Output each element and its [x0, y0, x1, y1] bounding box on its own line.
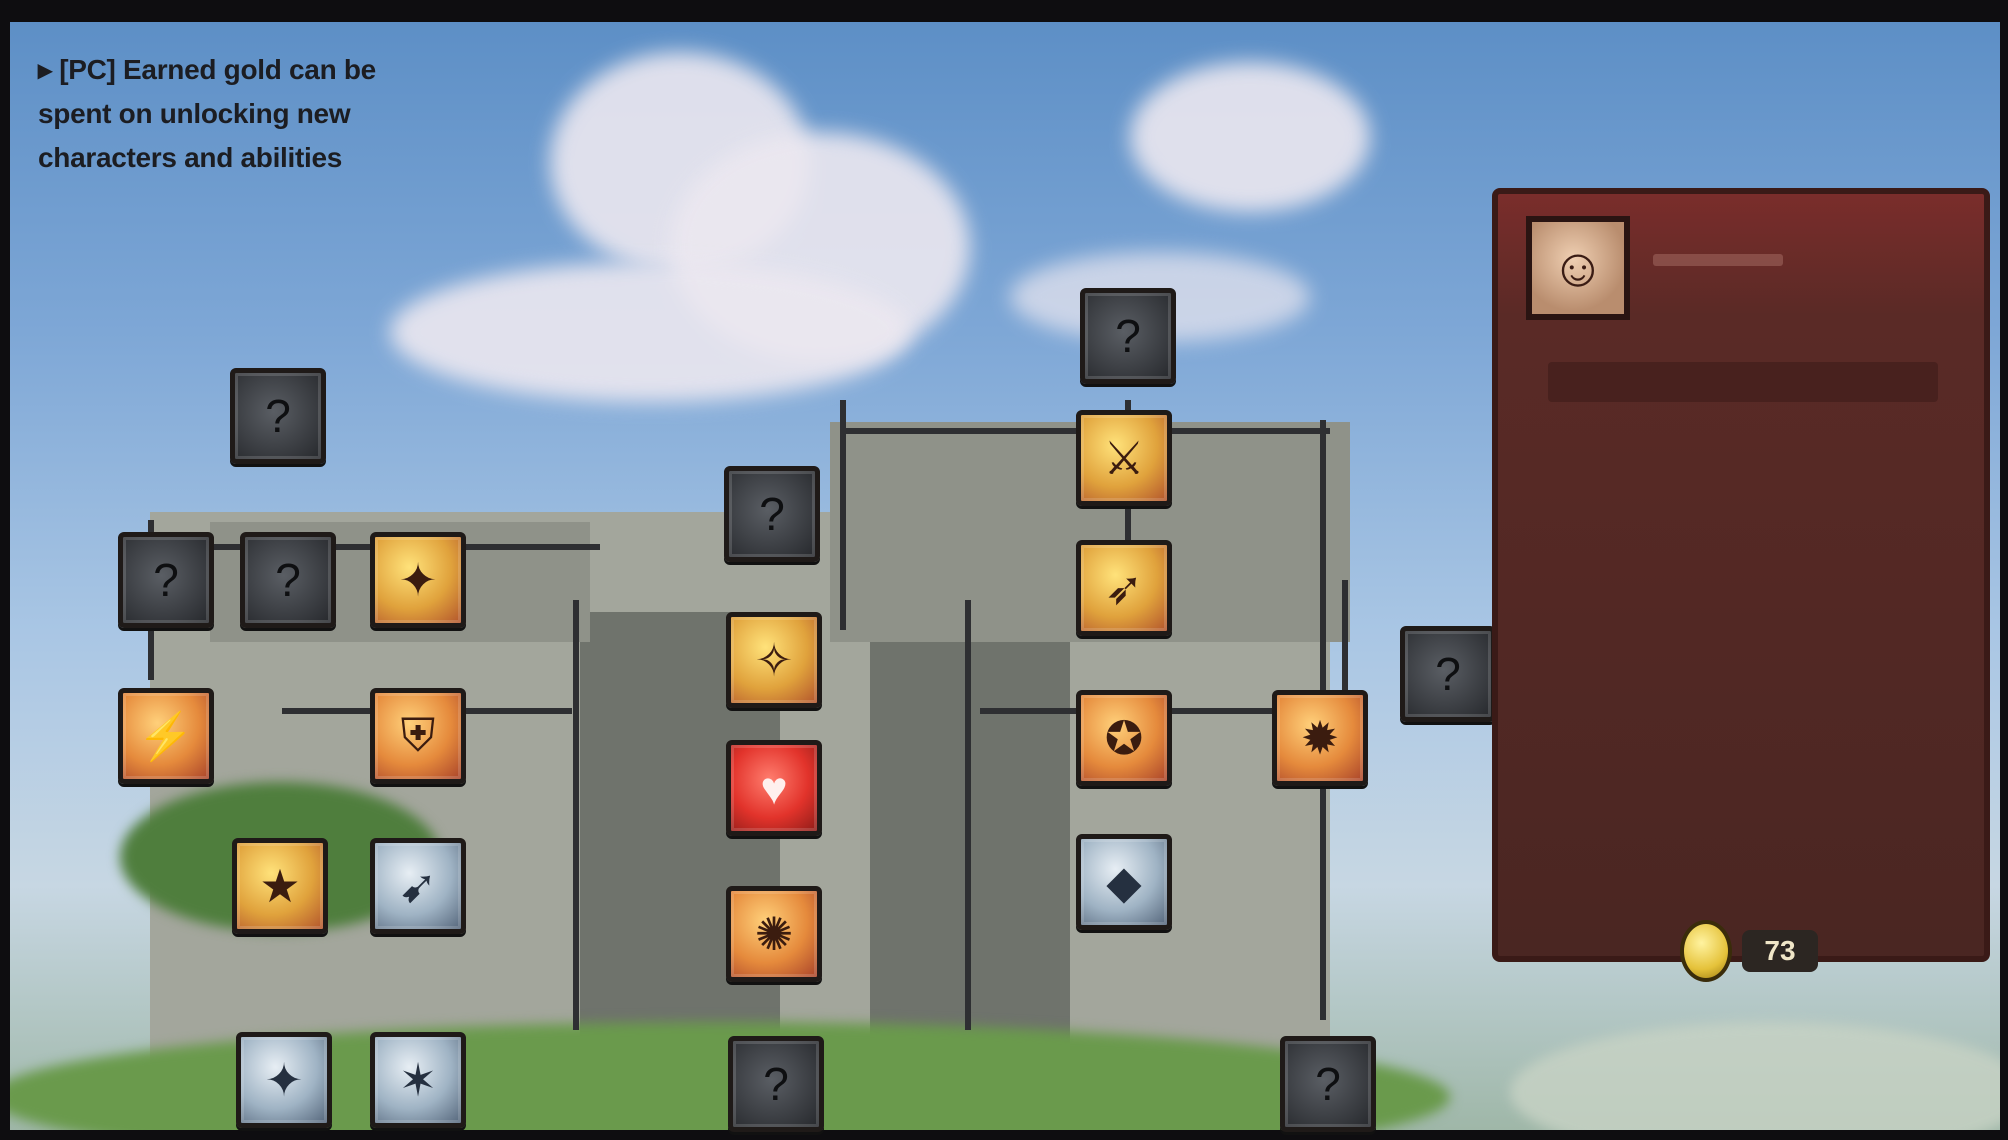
- tree-connector: [573, 600, 579, 1030]
- tree-connector: [1342, 580, 1348, 700]
- ability-tile-locked[interactable]: ?: [240, 532, 336, 628]
- ability-tile-unlocked[interactable]: ✺: [726, 886, 822, 982]
- ability-tile-locked[interactable]: ?: [1280, 1036, 1376, 1132]
- question-icon: ?: [759, 488, 785, 540]
- boot-icon: ✪: [1104, 712, 1144, 764]
- ability-tile-unlocked[interactable]: ✹: [1272, 690, 1368, 786]
- gold-counter: 73: [1680, 920, 1818, 982]
- ability-tile-unlocked[interactable]: ✪: [1076, 690, 1172, 786]
- ability-tile-unlocked[interactable]: ⛨: [370, 688, 466, 784]
- grass: [1510, 1022, 2000, 1130]
- gold-count: 73: [1742, 930, 1818, 972]
- ability-tile-locked[interactable]: ?: [1400, 626, 1496, 722]
- ability-tile-locked[interactable]: ◆: [1076, 834, 1172, 930]
- flame-icon: ✺: [754, 908, 794, 960]
- bolt-icon: ⚡: [137, 709, 195, 762]
- ability-tile-locked[interactable]: ?: [728, 1036, 824, 1132]
- caption-text: ▸ [PC] Earned gold can be spent on unloc…: [38, 54, 376, 173]
- character-portrait[interactable]: ☺: [1526, 216, 1630, 320]
- ability-tile-unlocked[interactable]: ✧: [726, 612, 822, 708]
- ability-tile-locked[interactable]: ✦: [236, 1032, 332, 1128]
- bow-icon: ➶: [1104, 562, 1144, 614]
- feather-icon: ➹: [398, 860, 438, 912]
- cloud: [390, 262, 910, 402]
- heart-icon: ♥: [760, 762, 788, 814]
- sword-icon: ⚔: [1103, 432, 1145, 484]
- face-icon: ☺: [1550, 238, 1606, 298]
- cloud: [1130, 62, 1370, 212]
- question-icon: ?: [763, 1058, 789, 1110]
- ability-tile-locked[interactable]: ?: [724, 466, 820, 562]
- character-info-panel: ☺: [1492, 188, 1990, 962]
- ability-tile-unlocked[interactable]: ⚡: [118, 688, 214, 784]
- fire-icon: ✦: [398, 554, 438, 606]
- ability-tile-locked[interactable]: ?: [1080, 288, 1176, 384]
- gem-icon: ◆: [1106, 856, 1142, 908]
- ability-tile-unlocked[interactable]: ➶: [1076, 540, 1172, 636]
- gold-coin-icon: [1680, 920, 1732, 982]
- ability-tile-unlocked[interactable]: ✦: [370, 532, 466, 628]
- question-icon: ?: [1435, 648, 1461, 700]
- spark-icon: ✶: [398, 1054, 438, 1106]
- question-icon: ?: [275, 554, 301, 606]
- ability-tile-locked[interactable]: ✶: [370, 1032, 466, 1128]
- star-icon: ★: [259, 860, 301, 912]
- panel-description-bar: [1548, 362, 1938, 402]
- ability-tile-locked[interactable]: ?: [118, 532, 214, 628]
- tree-connector: [965, 600, 971, 1030]
- ability-tile-unlocked[interactable]: ★: [232, 838, 328, 934]
- spark-icon: ✹: [1300, 712, 1340, 764]
- panel-title-bar: [1653, 254, 1783, 266]
- claw-icon: ✧: [754, 634, 794, 686]
- ability-tile-locked[interactable]: ➹: [370, 838, 466, 934]
- question-icon: ?: [153, 554, 179, 606]
- question-icon: ?: [265, 390, 291, 442]
- ability-tile-unlocked[interactable]: ♥: [726, 740, 822, 836]
- shield-icon: ⛨: [400, 709, 436, 761]
- ability-tile-locked[interactable]: ?: [230, 368, 326, 464]
- gem-icon: ✦: [264, 1054, 304, 1106]
- question-icon: ?: [1115, 310, 1141, 362]
- ability-tile-unlocked[interactable]: ⚔: [1076, 410, 1172, 506]
- question-icon: ?: [1315, 1058, 1341, 1110]
- tree-connector: [840, 400, 846, 630]
